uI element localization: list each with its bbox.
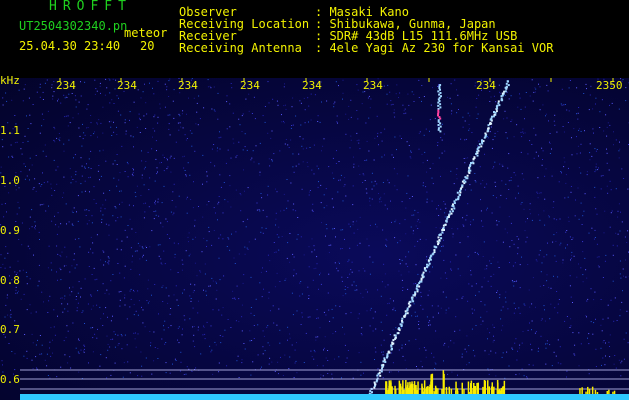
y-tick: 0.6	[0, 373, 20, 386]
unit-label: kHz	[0, 74, 20, 87]
spectrogram-plot	[0, 78, 629, 400]
file-name: UT2504302340.pn	[19, 19, 128, 33]
info-key-antenna: Receiving Antenna	[179, 41, 302, 55]
y-tick: 0.8	[0, 274, 20, 287]
x-tick: 234	[302, 79, 322, 92]
header-panel: HROFFT UT2504302340.pn meteor 25.04.30 2…	[0, 0, 629, 78]
noise-speckle	[0, 78, 629, 379]
y-tick: 1.0	[0, 174, 20, 187]
x-tick: 234	[56, 79, 76, 92]
baseline-band	[20, 394, 629, 400]
brand-title: HROFFT	[49, 0, 132, 14]
x-tick: 234	[117, 79, 137, 92]
x-tick: 234	[240, 79, 260, 92]
meteor-count: 20	[140, 39, 155, 53]
spectrogram-canvas	[0, 78, 629, 400]
y-tick: 1.1	[0, 124, 20, 137]
echo-bars	[385, 370, 616, 394]
y-tick: 0.7	[0, 323, 20, 336]
x-tick: 234	[363, 79, 383, 92]
y-tick: 0.9	[0, 224, 20, 237]
signal-trace	[367, 80, 510, 399]
x-tick: 234	[476, 79, 496, 92]
x-tick: 234	[178, 79, 198, 92]
info-value-antenna: : 4ele Yagi Az 230 for Kansai VOR	[315, 41, 554, 55]
timestamp: 25.04.30 23:40	[19, 39, 121, 53]
meteor-label: meteor	[124, 26, 168, 40]
x-tick: 2350	[596, 79, 623, 92]
